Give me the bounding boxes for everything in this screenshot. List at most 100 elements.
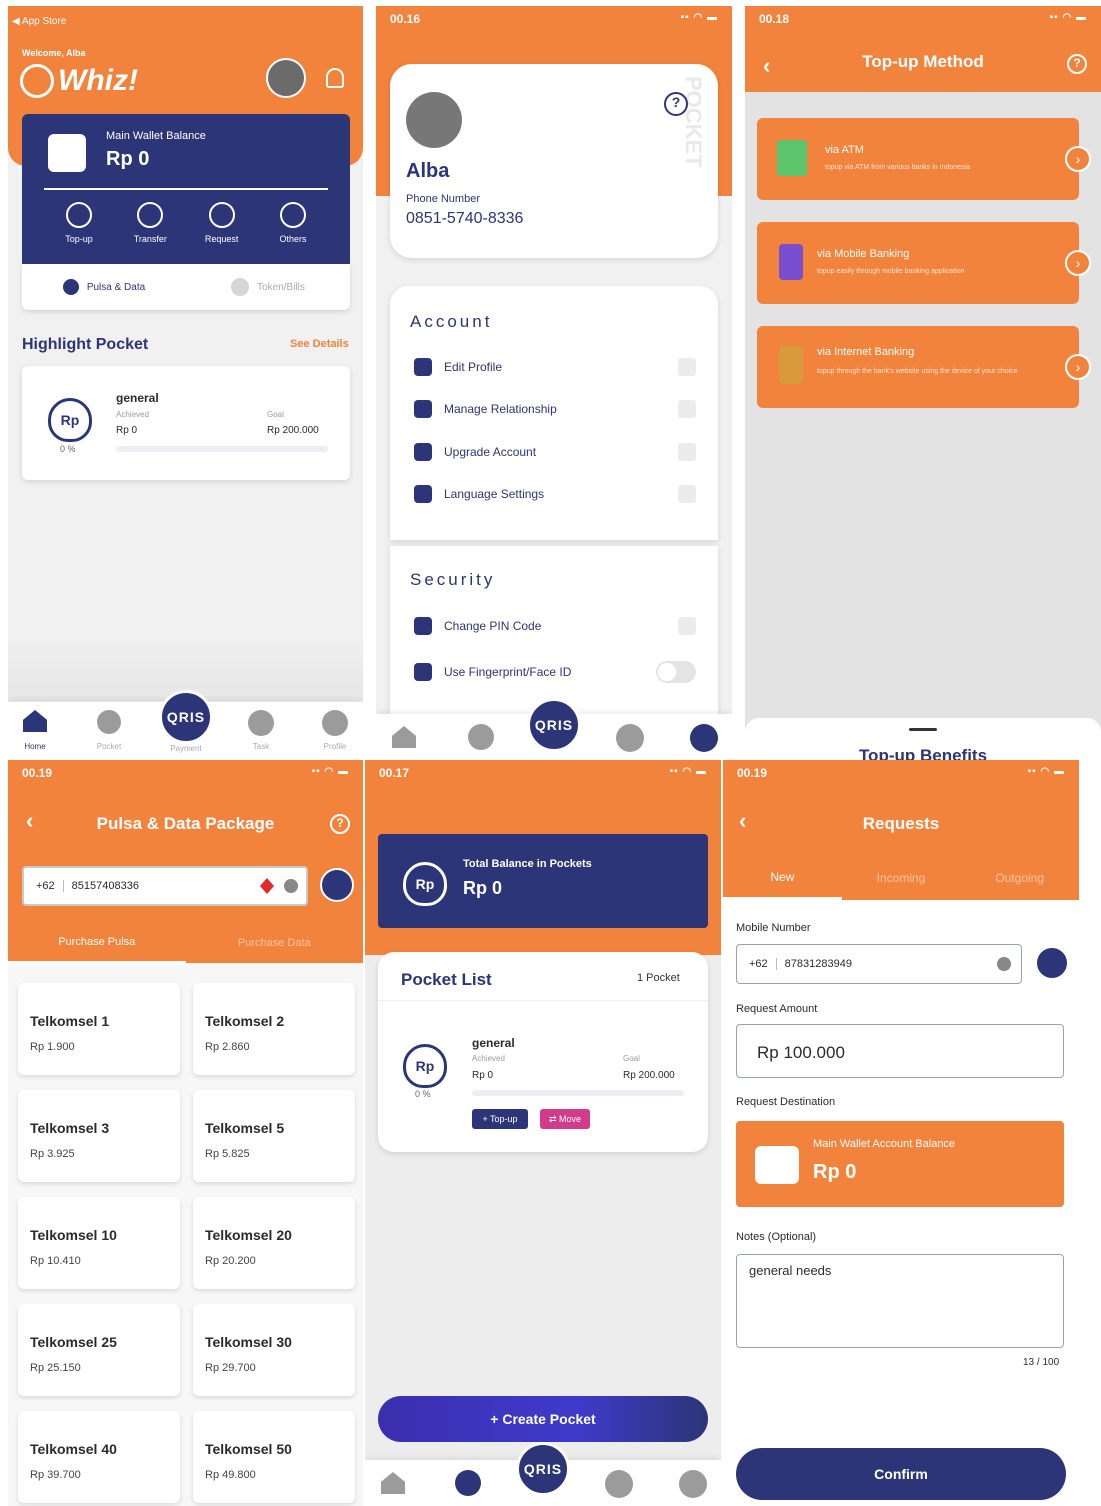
check-nav-icon[interactable]: [616, 724, 644, 752]
package-name: Telkomsel 50: [205, 1441, 292, 1457]
destination-title: Main Wallet Account Balance: [813, 1138, 956, 1150]
package-tile[interactable]: Telkomsel 5 Rp 5.825: [193, 1090, 355, 1182]
tab-new[interactable]: New: [723, 856, 842, 900]
package-tile[interactable]: Telkomsel 3 Rp 3.925: [18, 1090, 180, 1182]
nav-task[interactable]: Task: [246, 710, 276, 751]
package-tile[interactable]: Telkomsel 50 Rp 49.800: [193, 1411, 355, 1503]
pocket-topup-button[interactable]: + Top-up: [472, 1109, 528, 1129]
package-tile[interactable]: Telkomsel 20 Rp 20.200: [193, 1197, 355, 1289]
qris-button[interactable]: QRIS: [516, 1442, 570, 1496]
back-to-app-store[interactable]: ◀ App Store: [12, 16, 66, 27]
profile-icon: [322, 710, 348, 736]
pocket-count: 1 Pocket: [637, 972, 680, 984]
upgrade-account-label: Upgrade Account: [444, 445, 537, 459]
pocket-nav-icon[interactable]: [455, 1470, 481, 1496]
fingerprint-toggle[interactable]: [656, 661, 696, 683]
phone-input[interactable]: +62 85157408336: [22, 866, 308, 906]
contact-book-icon[interactable]: [1035, 946, 1069, 980]
profile-nav-icon[interactable]: [690, 724, 718, 752]
package-price: Rp 2.860: [205, 1041, 250, 1053]
package-tile[interactable]: Telkomsel 40 Rp 39.700: [18, 1411, 180, 1503]
pocket-list-divider: [378, 1000, 708, 1001]
others-action[interactable]: Others: [258, 202, 328, 244]
request-amount-label: Request Amount: [736, 1003, 818, 1015]
help-icon[interactable]: ?: [664, 92, 688, 116]
tab-purchase-data-label: Purchase Data: [237, 937, 311, 949]
request-action[interactable]: Request: [187, 202, 257, 244]
wallet-icon: [48, 134, 86, 172]
change-pin-label: Change PIN Code: [444, 619, 542, 633]
token-bills-link[interactable]: Token/Bills: [186, 264, 350, 310]
bottom-nav: Home Pocket QRIS Payment Task Profile: [8, 690, 363, 760]
see-details-link[interactable]: See Details: [290, 338, 349, 350]
create-pocket-button[interactable]: + Create Pocket: [378, 1396, 708, 1442]
nav-payment[interactable]: QRIS Payment: [158, 690, 214, 753]
others-icon: [279, 202, 306, 228]
requests-screen: 00.19 ▪▪ ◠ ▬ ‹ Requests New Incoming Outg…: [723, 760, 1079, 1506]
package-tile[interactable]: Telkomsel 10 Rp 10.410: [18, 1197, 180, 1289]
tab-purchase-data[interactable]: Purchase Data: [186, 922, 364, 964]
sheet-handle[interactable]: [909, 728, 937, 731]
pocket-move-button[interactable]: ⇄ Move: [540, 1109, 590, 1129]
pulsa-data-link[interactable]: Pulsa & Data: [22, 264, 186, 310]
token-bills-label: Token/Bills: [257, 281, 305, 293]
chevron-right-icon: [678, 485, 696, 503]
status-time: 00.19: [737, 766, 768, 780]
package-tile[interactable]: Telkomsel 25 Rp 25.150: [18, 1304, 180, 1396]
account-title: Account: [410, 312, 493, 331]
request-amount-input[interactable]: Rp 100.000: [736, 1024, 1064, 1078]
check-icon: [248, 710, 274, 736]
avatar[interactable]: [266, 58, 306, 98]
tab-incoming[interactable]: Incoming: [842, 856, 961, 900]
mobile-banking-title: via Mobile Banking: [817, 248, 910, 260]
package-name: Telkomsel 20: [205, 1227, 292, 1243]
manage-relationship-row[interactable]: Manage Relationship: [414, 400, 696, 418]
check-nav-icon[interactable]: [605, 1470, 633, 1498]
mobile-banking-method[interactable]: [757, 222, 1079, 304]
transfer-action[interactable]: Transfer: [115, 202, 185, 244]
wallet-divider: [44, 188, 328, 190]
package-tile[interactable]: Telkomsel 2 Rp 2.860: [193, 983, 355, 1075]
notes-textarea[interactable]: general needs: [736, 1254, 1064, 1348]
package-tile[interactable]: Telkomsel 30 Rp 29.700: [193, 1304, 355, 1396]
package-price: Rp 25.150: [30, 1362, 81, 1374]
tab-incoming-label: Incoming: [876, 871, 926, 885]
nav-payment-label: Payment: [170, 744, 202, 753]
pocket-name: general: [472, 1036, 515, 1050]
goal-label: Goal: [623, 1054, 640, 1063]
profile-nav-icon[interactable]: [679, 1470, 707, 1498]
tab-purchase-pulsa[interactable]: Purchase Pulsa: [8, 922, 186, 964]
status-time: 00.16: [390, 12, 421, 26]
language-settings-row[interactable]: Language Settings: [414, 485, 696, 503]
phone-number: 0851-5740-8336: [406, 210, 524, 227]
help-icon[interactable]: ?: [330, 814, 350, 834]
qris-button[interactable]: QRIS: [527, 698, 581, 752]
profile-avatar[interactable]: [406, 92, 462, 148]
help-icon[interactable]: ?: [1067, 54, 1087, 74]
topup-action[interactable]: Top-up: [44, 202, 114, 244]
clear-icon[interactable]: [284, 879, 298, 893]
status-icons: ▪▪ ◠ ▬: [669, 766, 707, 777]
edit-profile-label: Edit Profile: [444, 360, 503, 374]
confirm-button[interactable]: Confirm: [736, 1448, 1066, 1500]
package-name: Telkomsel 5: [205, 1120, 285, 1136]
nav-home[interactable]: Home: [20, 710, 50, 751]
clear-icon[interactable]: [997, 957, 1011, 971]
change-pin-row[interactable]: Change PIN Code: [414, 617, 696, 635]
nav-pocket[interactable]: Pocket: [94, 710, 124, 751]
nav-profile[interactable]: Profile: [318, 710, 352, 751]
mobile-number-input[interactable]: +62 87831283949: [736, 944, 1022, 984]
upgrade-account-row[interactable]: Upgrade Account: [414, 443, 696, 461]
bell-icon[interactable]: [326, 68, 344, 88]
pocket-nav-icon[interactable]: [468, 724, 494, 750]
contact-book-icon[interactable]: [320, 868, 354, 902]
package-tile[interactable]: Telkomsel 1 Rp 1.900: [18, 983, 180, 1075]
edit-profile-row[interactable]: Edit Profile: [414, 358, 696, 376]
home-nav-icon[interactable]: [392, 726, 416, 748]
manage-relationship-label: Manage Relationship: [444, 402, 557, 416]
pulsa-data-label: Pulsa & Data: [86, 281, 146, 293]
home-nav-icon[interactable]: [381, 1472, 405, 1494]
internet-banking-subtitle: topup through the bank's website using t…: [817, 368, 1018, 375]
package-price: Rp 29.700: [205, 1362, 256, 1374]
tab-outgoing[interactable]: Outgoing: [960, 856, 1079, 900]
